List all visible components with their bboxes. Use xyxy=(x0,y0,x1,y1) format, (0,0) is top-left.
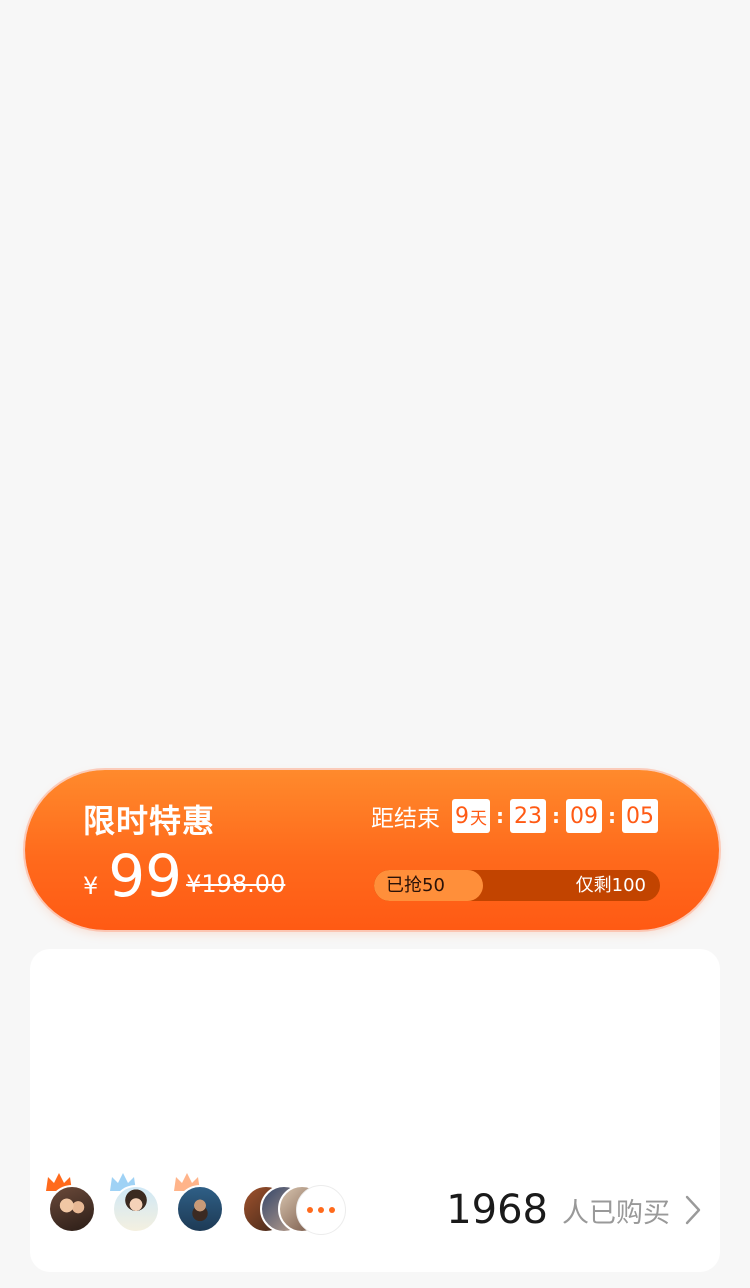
buyer-label: 人已购买 xyxy=(562,1197,670,1229)
avatar xyxy=(48,1185,96,1233)
currency-symbol: ¥ xyxy=(83,872,99,900)
buyers-card: 1968 人已购买 xyxy=(30,949,720,1272)
countdown-separator: : xyxy=(552,804,560,828)
sale-price: 99 xyxy=(108,842,183,910)
buyers-summary-link[interactable]: 1968 人已购买 xyxy=(446,1185,704,1235)
price-row: ¥ 99 ¥198.00 xyxy=(83,846,285,906)
original-price: ¥198.00 xyxy=(186,870,286,898)
avatar xyxy=(112,1185,160,1233)
countdown-seconds: 05 xyxy=(622,799,658,833)
countdown-separator: : xyxy=(496,804,504,828)
countdown-days: 9天 xyxy=(452,799,490,833)
countdown-timer: 距结束 9天 : 23 : 09 : 05 xyxy=(371,798,658,834)
top-buyer-3[interactable] xyxy=(172,1171,228,1241)
more-dots-icon xyxy=(307,1207,335,1213)
stock-sold-label: 已抢50 xyxy=(386,875,445,896)
countdown-separator: : xyxy=(608,804,616,828)
buyer-count: 1968 xyxy=(446,1187,548,1233)
countdown-days-value: 9 xyxy=(455,803,469,829)
stock-remaining-label: 仅剩100 xyxy=(575,875,646,896)
countdown-minutes: 09 xyxy=(566,799,602,833)
top-buyer-2[interactable] xyxy=(108,1171,164,1241)
more-buyers-button[interactable] xyxy=(296,1185,346,1235)
stock-progress-bar: 已抢50 仅剩100 xyxy=(374,870,660,901)
flash-sale-title: 限时特惠 xyxy=(83,802,216,840)
countdown-hours: 23 xyxy=(510,799,546,833)
chevron-right-icon xyxy=(685,1195,701,1225)
countdown-label: 距结束 xyxy=(371,806,440,832)
countdown-days-unit: 天 xyxy=(470,808,487,829)
top-buyer-1[interactable] xyxy=(44,1171,100,1241)
flash-sale-banner: 限时特惠 距结束 9天 : 23 : 09 : 05 ¥ 99 ¥198.00 … xyxy=(25,770,719,930)
avatar xyxy=(176,1185,224,1233)
buyer-avatar-stack[interactable] xyxy=(242,1185,352,1235)
